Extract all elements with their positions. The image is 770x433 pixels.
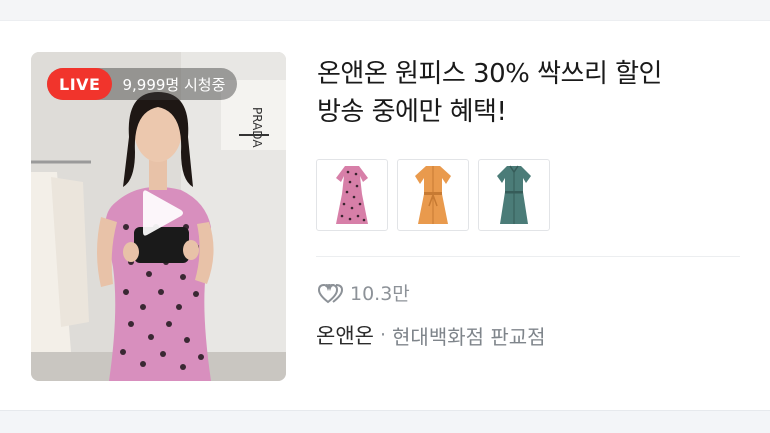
pink-polka-dot-dress-icon <box>336 166 368 224</box>
broadcast-title[interactable]: 온앤온 원피스 30% 싹쓰리 할인 방송 중에만 혜택! <box>317 55 747 131</box>
brand-name[interactable]: 온앤온 <box>316 320 374 350</box>
play-icon[interactable] <box>131 184 189 242</box>
section-divider <box>316 256 740 257</box>
broadcast-title-line1: 온앤온 원피스 30% 싹쓰리 할인 <box>317 59 662 89</box>
live-broadcast-card-page: PRADA LIVE 9,999명 시청중 온앤온 원피스 30% 싹쓰리 할인… <box>0 0 770 433</box>
orange-belted-dress-icon <box>415 166 451 224</box>
heart-icon <box>317 283 344 303</box>
product-thumbnail-orange-dress[interactable] <box>397 159 469 231</box>
store-branch: 현대백화점 판교점 <box>392 324 546 349</box>
like-stat[interactable]: 10.3만 <box>316 279 410 306</box>
teal-shirt-dress-icon <box>497 165 531 224</box>
product-thumbnail-teal-dress[interactable] <box>478 159 550 231</box>
bottom-strip <box>0 410 770 433</box>
live-badge: LIVE <box>47 68 113 100</box>
live-status-overlay: LIVE 9,999명 시청중 <box>47 68 238 100</box>
svg-text:PRADA: PRADA <box>250 107 264 148</box>
product-thumbnail-pink-dress[interactable] <box>316 159 388 231</box>
like-count: 10.3만 <box>350 283 410 305</box>
live-video-thumbnail[interactable]: PRADA LIVE 9,999명 시청중 <box>31 52 286 381</box>
store-separator: · <box>379 324 387 346</box>
top-strip <box>0 0 770 20</box>
product-thumbnails <box>316 159 550 231</box>
broadcast-title-line2: 방송 중에만 혜택! <box>317 97 507 127</box>
top-divider <box>0 20 770 21</box>
store-info: 온앤온 · 현대백화점 판교점 <box>316 320 546 350</box>
viewer-count: 9,999명 시청중 <box>122 75 226 94</box>
